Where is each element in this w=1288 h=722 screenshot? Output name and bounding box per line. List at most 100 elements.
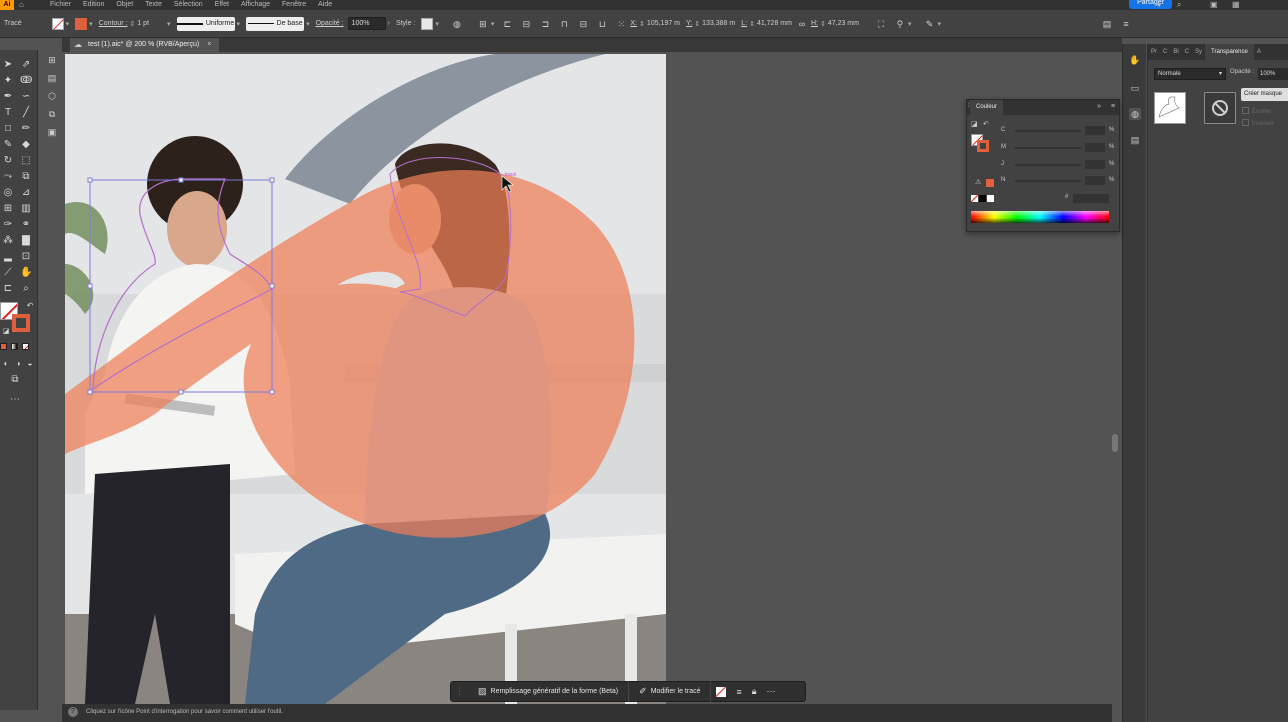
workspace-icon[interactable]: ▦ bbox=[1232, 0, 1240, 9]
draw-behind-icon[interactable]: ◑ bbox=[12, 358, 24, 370]
blend-mode-select[interactable]: Normale ▾ bbox=[1154, 68, 1226, 80]
channel-n-input[interactable] bbox=[1085, 176, 1105, 185]
w-stepper-icon[interactable]: ⇕ bbox=[749, 20, 755, 28]
color-spectrum[interactable] bbox=[971, 211, 1109, 223]
hand-tool-icon[interactable]: ✋ bbox=[20, 267, 32, 279]
out-of-gamut-icon[interactable]: ⚠ bbox=[975, 178, 981, 186]
handle-tl[interactable] bbox=[87, 177, 93, 183]
tab-c[interactable]: C bbox=[1160, 49, 1170, 55]
profile-dropdown-icon[interactable]: ▾ bbox=[237, 20, 241, 28]
opacity-label[interactable]: Opacité : bbox=[316, 20, 344, 27]
panel-stroke-swatch[interactable] bbox=[977, 140, 989, 152]
opacity-arrow-icon[interactable]: › bbox=[388, 20, 390, 27]
color-panel-title[interactable]: Couleur bbox=[970, 100, 1004, 115]
graphic-style-swatch[interactable] bbox=[421, 17, 434, 30]
gradient-tool-icon[interactable]: ▥ bbox=[20, 203, 32, 215]
weight-stepper-icon[interactable]: ⇕ bbox=[129, 20, 135, 28]
selection-tool-icon[interactable]: ➤ bbox=[2, 59, 14, 71]
menu-fichier[interactable]: Fichier bbox=[50, 1, 71, 9]
magic-wand-tool-icon[interactable]: ✦ bbox=[2, 75, 14, 87]
gamut-color-swatch[interactable] bbox=[986, 179, 994, 187]
stroke-indicator[interactable] bbox=[12, 314, 30, 332]
brush-dropdown-icon[interactable]: ▾ bbox=[306, 20, 310, 28]
help-icon[interactable]: ? bbox=[68, 707, 78, 717]
generative-fill-button[interactable]: ▨ Remplissage génératif de la forme (Bet… bbox=[468, 681, 630, 702]
handle-ml[interactable] bbox=[87, 283, 93, 289]
lightbulb-icon[interactable]: ♦ bbox=[1157, 0, 1161, 9]
arrange-icon[interactable]: ▣ bbox=[1210, 0, 1218, 9]
swatches-dock-icon[interactable]: ▤ bbox=[1129, 134, 1141, 146]
blend-tool-icon[interactable]: ⚭ bbox=[20, 219, 32, 231]
slice-tool-icon[interactable]: ⟋ bbox=[2, 267, 14, 279]
collapse-arrows-icon[interactable]: » bbox=[1097, 103, 1101, 110]
width-tool-icon[interactable]: ⤳ bbox=[2, 171, 14, 183]
channel-j-input[interactable] bbox=[1085, 160, 1105, 169]
3d-icon[interactable]: ⬡ bbox=[47, 91, 57, 101]
black-swatch[interactable] bbox=[979, 195, 986, 202]
mesh-tool-icon[interactable]: ⊞ bbox=[2, 203, 14, 215]
align-vcenter-icon[interactable]: ⊟ bbox=[577, 19, 589, 29]
shaper-tool-icon[interactable]: ✎ bbox=[2, 139, 14, 151]
scale-tool-icon[interactable]: ⬚ bbox=[20, 155, 32, 167]
graph-tool-icon[interactable]: ▂ bbox=[2, 251, 14, 263]
column-graph-tool-icon[interactable]: ▇ bbox=[20, 235, 32, 247]
transform-reference-icon[interactable]: ⁙ bbox=[615, 19, 627, 29]
fill-none-button[interactable] bbox=[711, 686, 731, 697]
home-icon[interactable]: ⌂ bbox=[19, 0, 24, 9]
line-tool-icon[interactable]: ╱ bbox=[20, 107, 32, 119]
object-thumbnail[interactable] bbox=[1154, 92, 1186, 124]
handle-tr[interactable] bbox=[269, 177, 275, 183]
default-fill-stroke-icon[interactable]: ◪ bbox=[971, 120, 978, 128]
hex-input[interactable] bbox=[1073, 194, 1109, 203]
menu-affichage[interactable]: Affichage bbox=[241, 1, 270, 9]
invert-checkbox[interactable]: Inverser bbox=[1242, 119, 1274, 127]
channel-n-slider[interactable] bbox=[1015, 180, 1081, 182]
menu-objet[interactable]: Objet bbox=[116, 1, 133, 9]
clip-checkbox[interactable]: Écrêter bbox=[1242, 107, 1271, 115]
align-left-icon[interactable]: ⊏ bbox=[501, 19, 513, 29]
color-mode-button[interactable] bbox=[0, 343, 7, 350]
menu-effet[interactable]: Effet bbox=[215, 1, 229, 9]
none-mode-button[interactable] bbox=[22, 343, 29, 350]
more-options-icon[interactable]: ⋯ bbox=[762, 686, 781, 697]
transform-icon[interactable]: ⛶ bbox=[875, 19, 887, 29]
shape-builder-icon[interactable]: ⚲ bbox=[894, 19, 906, 29]
lock-icon[interactable]: 🔒︎ bbox=[747, 686, 762, 697]
channel-m-input[interactable] bbox=[1085, 143, 1105, 152]
fill-dropdown-icon[interactable]: ▾ bbox=[66, 20, 70, 28]
properties-icon[interactable]: ▤ bbox=[47, 73, 57, 83]
menu-edition[interactable]: Edition bbox=[83, 1, 104, 9]
channel-c-input[interactable] bbox=[1085, 126, 1105, 135]
appearance-icon[interactable]: ▭ bbox=[1129, 82, 1141, 94]
align-to-icon[interactable]: ⊞ bbox=[477, 19, 489, 29]
default-colors-icon[interactable]: ◪ bbox=[0, 326, 12, 338]
artboards-icon[interactable]: ⊞ bbox=[47, 55, 57, 65]
perspective-grid-tool-icon[interactable]: ⊿ bbox=[20, 187, 32, 199]
handle-bc[interactable] bbox=[178, 389, 184, 395]
y-stepper-icon[interactable]: ⇕ bbox=[694, 20, 700, 28]
draw-normal-icon[interactable]: ◐ bbox=[0, 358, 12, 370]
tab-transparence[interactable]: Transparence bbox=[1205, 44, 1254, 60]
transparency-dock-icon[interactable]: ◍ bbox=[1129, 108, 1141, 120]
align-bottom-icon[interactable]: ⊔ bbox=[596, 19, 608, 29]
channel-c-slider[interactable] bbox=[1015, 130, 1081, 132]
opacity-input[interactable]: 100% bbox=[347, 17, 386, 30]
zoom-tool-icon[interactable]: ⌕ bbox=[20, 283, 32, 295]
menu-fenetre[interactable]: Fenêtre bbox=[282, 1, 306, 9]
document-tab[interactable]: ☁ test (1).aic* @ 200 % (RVB/Aperçu) × bbox=[70, 38, 220, 52]
screen-mode-icon[interactable]: ⧉ bbox=[9, 374, 21, 386]
libraries-icon[interactable]: ▣ bbox=[47, 127, 57, 137]
channel-j-slider[interactable] bbox=[1015, 164, 1081, 166]
handle-mr[interactable] bbox=[269, 283, 275, 289]
contour-label[interactable]: Contour : bbox=[99, 20, 128, 27]
recolor-icon[interactable]: ◍ bbox=[451, 19, 463, 29]
puppet-dropdown-icon[interactable]: ▾ bbox=[937, 20, 941, 28]
style-dropdown-icon[interactable]: ▾ bbox=[435, 20, 439, 28]
x-stepper-icon[interactable]: ⇕ bbox=[639, 20, 645, 28]
layers-icon[interactable]: ⧉ bbox=[47, 109, 57, 119]
h-stepper-icon[interactable]: ⇕ bbox=[820, 20, 826, 28]
color-panel-header[interactable]: ⁞ Couleur » ≡ bbox=[967, 100, 1119, 115]
panel-layout-icon[interactable]: ▤ bbox=[1101, 19, 1113, 29]
more-tools-icon[interactable]: ⋯ bbox=[9, 394, 21, 406]
menu-texte[interactable]: Texte bbox=[145, 1, 162, 9]
